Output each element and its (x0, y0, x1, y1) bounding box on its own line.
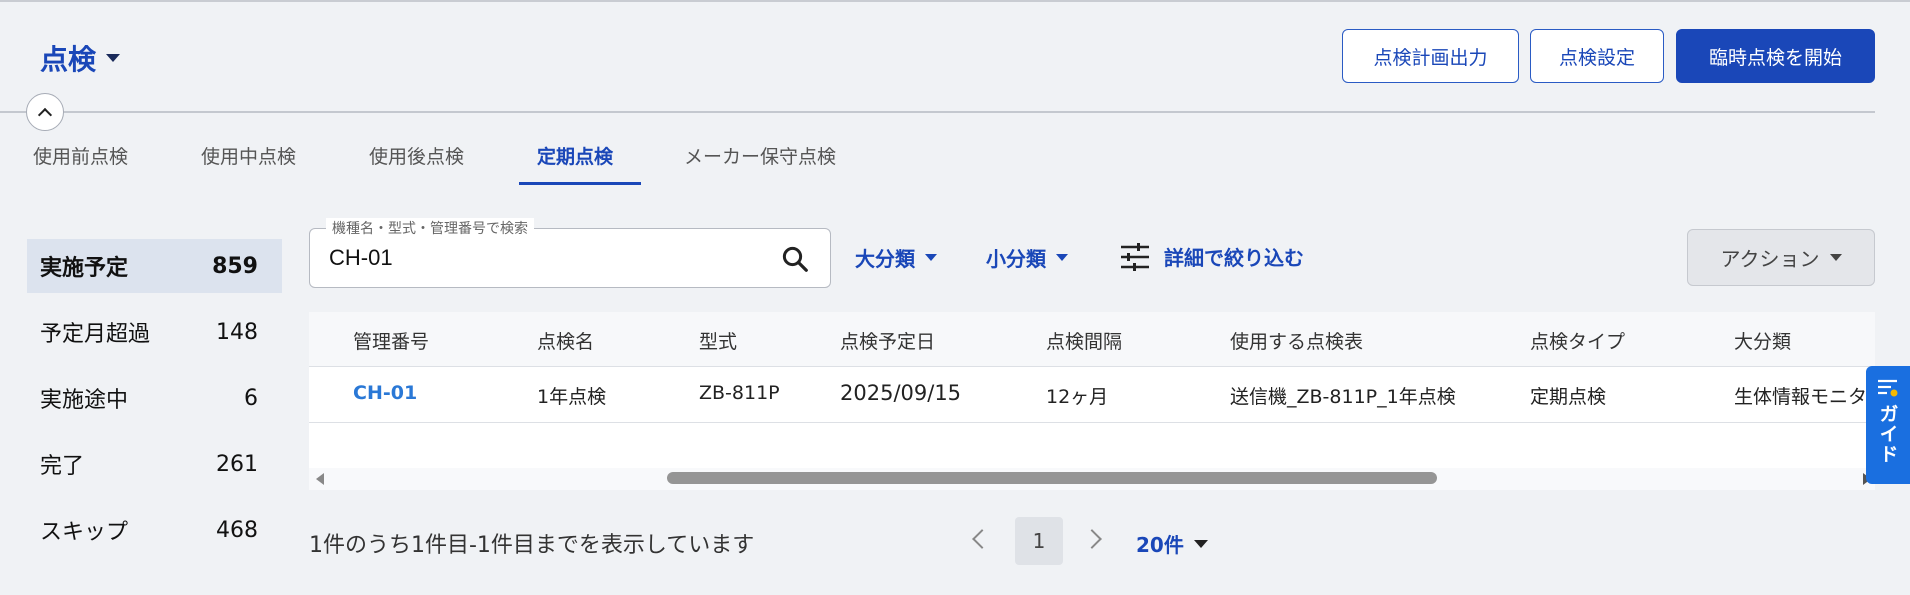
table-cell: 2025/09/15 (840, 381, 962, 405)
start-adhoc-inspection-button[interactable]: 臨時点検を開始 (1676, 29, 1875, 83)
detail-filter-label: 詳細で絞り込む (1164, 246, 1304, 270)
tab-pre-use[interactable]: 使用前点検 (33, 142, 128, 169)
tab-maker-maintenance[interactable]: メーカー保守点検 (684, 142, 836, 169)
status-count: 261 (216, 451, 258, 477)
column-header[interactable]: 点検間隔 (1046, 327, 1122, 354)
chevron-down-icon (106, 54, 121, 62)
page-title-dropdown[interactable]: 点検 (40, 38, 121, 78)
status-label: 完了 (40, 454, 85, 479)
status-label: 実施途中 (40, 388, 129, 413)
action-label: アクション (1720, 247, 1820, 271)
chevron-down-icon (925, 254, 937, 261)
major-category-dropdown[interactable]: 大分類 (855, 243, 937, 272)
scroll-left-arrow-icon[interactable] (316, 473, 324, 485)
table-row[interactable]: CH-01 1年点検 ZB-811P 2025/09/15 12ヶ月 送信機_Z… (309, 367, 1875, 423)
status-count: 6 (244, 385, 258, 411)
column-header[interactable]: 点検タイプ (1530, 327, 1625, 354)
export-plan-button[interactable]: 点検計画出力 (1342, 29, 1519, 83)
table-cell: ZB-811P (699, 382, 780, 404)
tab-periodic[interactable]: 定期点検 (537, 142, 613, 169)
chevron-left-icon[interactable] (972, 529, 992, 549)
chevron-down-icon (1193, 539, 1208, 548)
status-count: 148 (216, 319, 258, 345)
collapse-header-button[interactable] (26, 93, 64, 131)
page-title: 点検 (40, 43, 97, 76)
search-input[interactable] (329, 243, 749, 273)
column-header[interactable]: 点検名 (537, 327, 594, 354)
status-label: 実施予定 (40, 256, 129, 281)
table-cell: 1年点検 (537, 386, 607, 408)
status-item-scheduled[interactable]: 実施予定 859 (27, 239, 282, 293)
header-divider (0, 111, 1875, 113)
search-box: 機種名・型式・管理番号で検索 (309, 218, 831, 288)
page-size-label: 20件 (1136, 533, 1184, 557)
guide-label: ガイド (1876, 404, 1899, 464)
scrollbar-thumb[interactable] (667, 472, 1437, 484)
chevron-right-icon[interactable] (1082, 529, 1102, 549)
result-summary: 1件のうち1件目-1件目までを表示しています (309, 533, 755, 558)
status-count: 468 (216, 517, 258, 543)
chevron-up-icon (37, 107, 53, 122)
action-dropdown-button[interactable]: アクション (1687, 229, 1875, 286)
status-count: 859 (212, 253, 258, 279)
status-item-overdue[interactable]: 予定月超過 148 (27, 305, 282, 359)
search-icon[interactable] (780, 244, 810, 274)
tab-post-use[interactable]: 使用後点検 (369, 142, 464, 169)
table-cell: 12ヶ月 (1046, 386, 1109, 408)
column-header[interactable]: 点検予定日 (840, 327, 935, 354)
minor-category-label: 小分類 (986, 247, 1046, 271)
minor-category-dropdown[interactable]: 小分類 (986, 243, 1068, 272)
guide-list-icon (1878, 379, 1898, 397)
top-border (0, 0, 1910, 2)
management-number-link[interactable]: CH-01 (353, 382, 417, 404)
status-item-in-progress[interactable]: 実施途中 6 (27, 371, 282, 425)
status-label: スキップ (40, 520, 129, 545)
inspection-table: 管理番号 点検名 型式 点検予定日 点検間隔 使用する点検表 点検タイプ 大分類… (309, 312, 1875, 490)
inspection-settings-button[interactable]: 点検設定 (1530, 29, 1664, 83)
column-header[interactable]: 使用する点検表 (1230, 327, 1363, 354)
chevron-down-icon (1829, 254, 1842, 261)
search-label: 機種名・型式・管理番号で検索 (326, 218, 534, 238)
status-label: 予定月超過 (40, 322, 151, 347)
table-header: 管理番号 点検名 型式 点検予定日 点検間隔 使用する点検表 点検タイプ 大分類 (309, 312, 1875, 367)
active-tab-indicator (519, 182, 641, 185)
detail-filter-button[interactable]: 詳細で絞り込む (1120, 242, 1304, 271)
status-item-completed[interactable]: 完了 261 (27, 437, 282, 491)
column-header[interactable]: 管理番号 (353, 327, 429, 354)
tab-in-use[interactable]: 使用中点検 (201, 142, 296, 169)
chevron-down-icon (1056, 254, 1068, 261)
table-cell: 定期点検 (1530, 386, 1607, 408)
table-cell: 生体情報モニタ (1734, 386, 1868, 408)
page-size-dropdown[interactable]: 20件 (1136, 529, 1208, 558)
sliders-icon (1121, 242, 1149, 271)
column-header[interactable]: 大分類 (1734, 327, 1791, 354)
status-item-skipped[interactable]: スキップ 468 (27, 503, 282, 557)
guide-tab[interactable]: ガイド (1866, 366, 1910, 484)
column-header[interactable]: 型式 (699, 327, 737, 354)
table-cell: 送信機_ZB-811P_1年点検 (1230, 386, 1456, 408)
major-category-label: 大分類 (855, 247, 915, 271)
page-number-button[interactable]: 1 (1015, 517, 1063, 565)
